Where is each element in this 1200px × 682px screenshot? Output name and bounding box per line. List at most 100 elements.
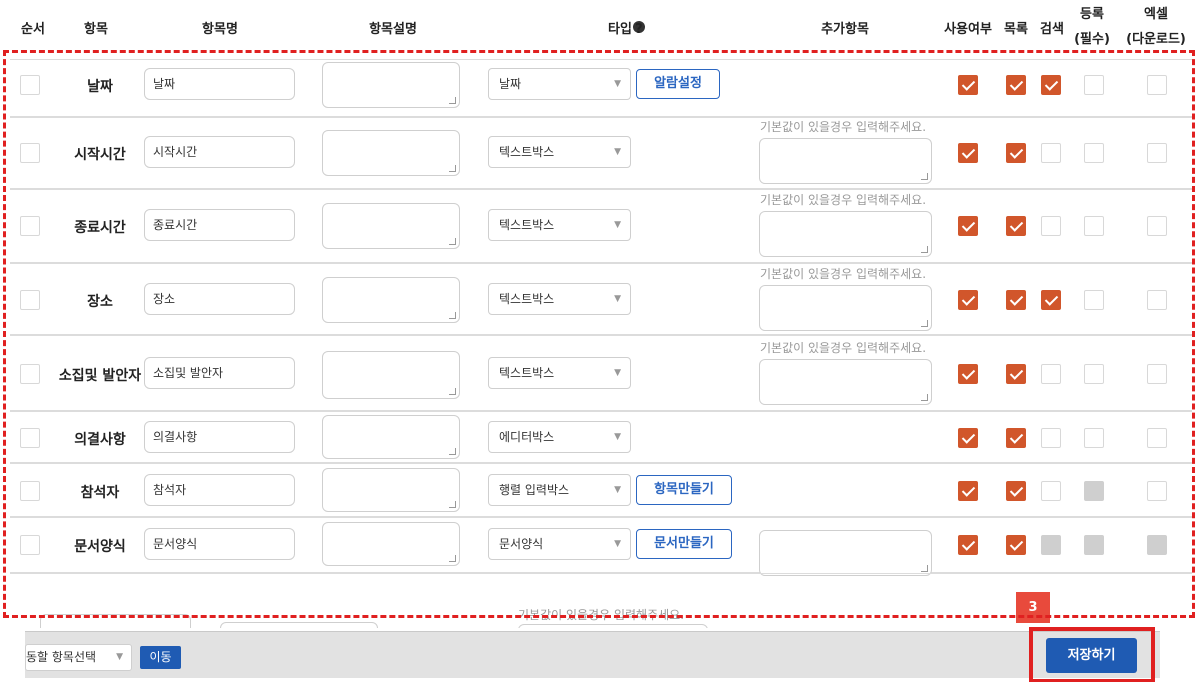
search-checkbox[interactable] <box>1041 75 1061 95</box>
type-action-button[interactable]: 알람설정 <box>636 69 720 99</box>
excel-checkbox[interactable] <box>1147 428 1167 448</box>
list-checkbox[interactable] <box>1006 364 1026 384</box>
item-name-field[interactable]: 참석자 <box>144 474 295 506</box>
list-checkbox[interactable] <box>1006 535 1026 555</box>
required-checkbox[interactable] <box>1084 216 1104 236</box>
excel-checkbox[interactable] <box>1147 290 1167 310</box>
use-checkbox[interactable] <box>958 75 978 95</box>
move-target-select[interactable]: 동할 항목선택 ▼ <box>25 644 132 671</box>
type-select[interactable]: 날짜 ▼ <box>488 68 631 100</box>
required-checkbox <box>1084 481 1104 501</box>
item-table-body[interactable]: 날짜 날짜 날짜 ▼ 알람설정 시작시간 시작시간 텍스트박스 ▼ 기본값이 있을경우 입력해주세… <box>6 53 1192 628</box>
use-checkbox[interactable] <box>958 535 978 555</box>
type-select[interactable]: 텍스트박스 ▼ <box>488 283 631 315</box>
search-checkbox[interactable] <box>1041 143 1061 163</box>
type-select[interactable]: 에디터박스 ▼ <box>488 421 631 453</box>
save-button[interactable]: 저장하기 <box>1046 638 1137 673</box>
chevron-down-icon: ▼ <box>614 432 621 442</box>
chevron-down-icon: ▼ <box>614 147 621 157</box>
list-checkbox[interactable] <box>1006 290 1026 310</box>
help-icon[interactable]: ? <box>632 21 645 37</box>
list-checkbox[interactable] <box>1006 75 1026 95</box>
row-order-checkbox[interactable] <box>20 216 40 236</box>
item-desc-textarea[interactable] <box>322 277 460 323</box>
default-value-textarea[interactable] <box>759 530 932 576</box>
list-checkbox[interactable] <box>1006 481 1026 501</box>
type-select[interactable]: 문서양식 ▼ <box>488 528 631 560</box>
use-checkbox[interactable] <box>958 481 978 501</box>
search-checkbox[interactable] <box>1041 428 1061 448</box>
default-value-textarea[interactable] <box>759 359 932 405</box>
item-desc-textarea[interactable] <box>322 130 460 176</box>
item-name-field[interactable]: 날짜 <box>144 68 295 100</box>
use-checkbox[interactable] <box>958 143 978 163</box>
row-order-checkbox[interactable] <box>20 290 40 310</box>
header-type-label: 타입 <box>608 22 632 37</box>
type-select[interactable]: 행렬 입력박스 ▼ <box>488 474 631 506</box>
chevron-down-icon: ▼ <box>614 79 621 89</box>
item-desc-textarea[interactable] <box>322 415 460 459</box>
type-select-value: 에디터박스 <box>499 430 555 444</box>
table-row: 문서양식 문서양식 문서양식 ▼ 문서만들기 <box>10 517 1192 576</box>
row-order-checkbox[interactable] <box>20 428 40 448</box>
excel-checkbox[interactable] <box>1147 216 1167 236</box>
item-name-field[interactable]: 장소 <box>144 283 295 315</box>
item-name-field[interactable]: 의결사항 <box>144 421 295 453</box>
use-checkbox[interactable] <box>958 216 978 236</box>
search-checkbox[interactable] <box>1041 216 1061 236</box>
table-row: 시작시간 시작시간 텍스트박스 ▼ 기본값이 있을경우 입력해주세요. <box>10 117 1192 189</box>
item-desc-textarea[interactable] <box>322 522 460 566</box>
type-select-value: 행렬 입력박스 <box>499 483 570 497</box>
required-checkbox[interactable] <box>1084 364 1104 384</box>
search-checkbox[interactable] <box>1041 481 1061 501</box>
row-order-checkbox[interactable] <box>20 364 40 384</box>
type-action-button[interactable]: 문서만들기 <box>636 529 732 559</box>
type-select[interactable]: 텍스트박스 ▼ <box>488 136 631 168</box>
default-value-hint: 기본값이 있을경우 입력해주세요. <box>760 193 927 207</box>
default-value-textarea[interactable] <box>759 138 932 184</box>
item-name-field[interactable]: 종료시간 <box>144 209 295 241</box>
item-desc-textarea[interactable] <box>322 468 460 512</box>
item-desc-textarea[interactable] <box>322 62 460 108</box>
type-action-button[interactable]: 항목만들기 <box>636 475 732 505</box>
item-desc-textarea[interactable] <box>322 203 460 249</box>
chevron-down-icon: ▼ <box>614 220 621 230</box>
row-order-checkbox[interactable] <box>20 535 40 555</box>
list-checkbox[interactable] <box>1006 428 1026 448</box>
header-item-desc: 항목설명 <box>369 22 417 37</box>
required-checkbox[interactable] <box>1084 75 1104 95</box>
list-checkbox[interactable] <box>1006 143 1026 163</box>
default-value-textarea[interactable] <box>759 285 932 331</box>
item-name-field[interactable] <box>40 614 191 628</box>
search-checkbox <box>1041 535 1061 555</box>
search-checkbox[interactable] <box>1041 364 1061 384</box>
excel-checkbox[interactable] <box>1147 481 1167 501</box>
excel-checkbox[interactable] <box>1147 75 1167 95</box>
type-select[interactable]: 텍스트박스 ▼ <box>488 357 631 389</box>
use-checkbox[interactable] <box>958 428 978 448</box>
item-name-field[interactable]: 문서양식 <box>144 528 295 560</box>
required-checkbox[interactable] <box>1084 428 1104 448</box>
item-name-field[interactable]: 시작시간 <box>144 136 295 168</box>
list-checkbox[interactable] <box>1006 216 1026 236</box>
excel-checkbox[interactable] <box>1147 364 1167 384</box>
row-label: 날짜 <box>87 79 113 95</box>
use-checkbox[interactable] <box>958 364 978 384</box>
search-checkbox[interactable] <box>1041 290 1061 310</box>
item-desc-textarea[interactable] <box>220 622 378 628</box>
default-value-textarea[interactable] <box>759 211 932 257</box>
row-order-checkbox[interactable] <box>20 75 40 95</box>
item-desc-textarea[interactable] <box>322 351 460 399</box>
use-checkbox[interactable] <box>958 290 978 310</box>
required-checkbox[interactable] <box>1084 290 1104 310</box>
row-label: 시작시간 <box>74 147 126 163</box>
excel-checkbox[interactable] <box>1147 143 1167 163</box>
move-button[interactable]: 이동 <box>140 646 181 669</box>
move-target-select-label: 동할 항목선택 <box>26 650 97 664</box>
item-name-field[interactable]: 소집및 발안자 <box>144 357 295 389</box>
row-order-checkbox[interactable] <box>20 143 40 163</box>
type-select[interactable]: 텍스트박스 ▼ <box>488 209 631 241</box>
default-value-textarea[interactable] <box>518 624 708 628</box>
row-order-checkbox[interactable] <box>20 481 40 501</box>
required-checkbox[interactable] <box>1084 143 1104 163</box>
